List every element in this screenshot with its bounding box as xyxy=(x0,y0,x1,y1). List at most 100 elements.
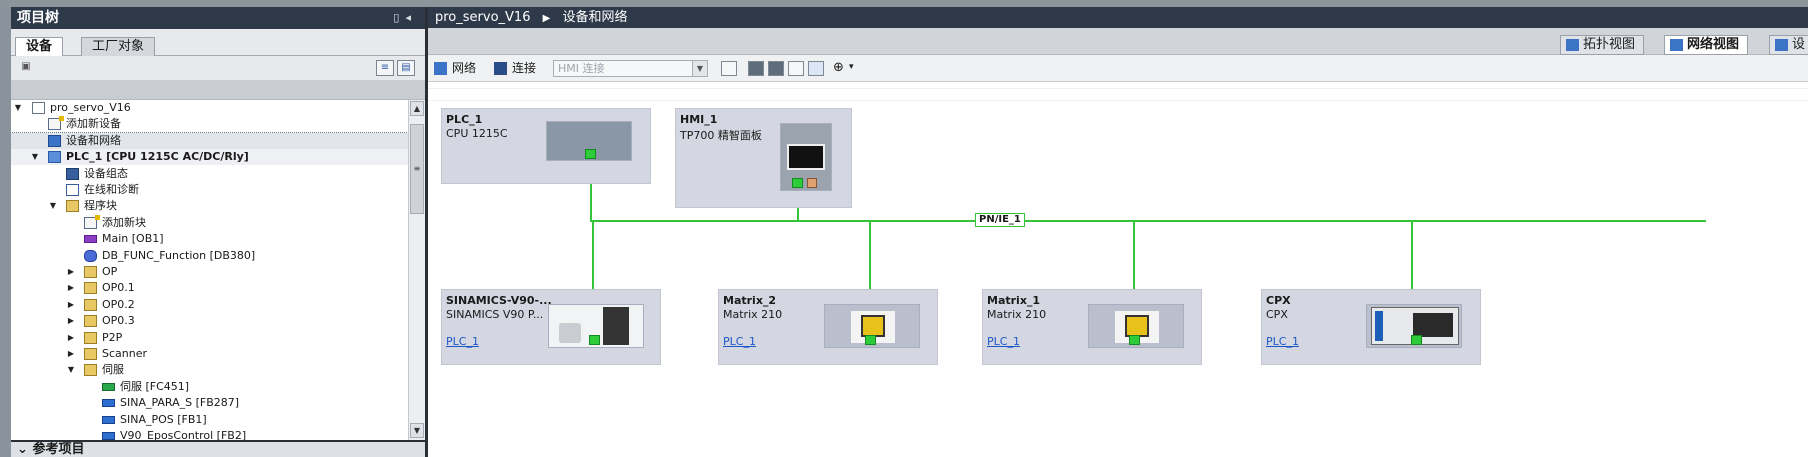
device-link[interactable]: PLC_1 xyxy=(1266,335,1299,348)
device-type: CPX xyxy=(1266,308,1288,321)
zoom-dropdown-icon[interactable]: ▾ xyxy=(849,61,865,76)
ethernet-port-icon[interactable] xyxy=(589,335,600,345)
device-name: PLC_1 xyxy=(446,113,483,126)
tab-label: 拓扑视图 xyxy=(1583,37,1636,52)
connection-button[interactable]: 连接 xyxy=(492,60,536,77)
tree-item-scanner[interactable]: ▶ Scanner xyxy=(11,346,408,362)
vertical-side-strip[interactable] xyxy=(0,7,11,457)
tree-item-op03[interactable]: ▶ OP0.3 xyxy=(11,313,408,329)
tab-devices[interactable]: 设备 xyxy=(15,37,64,57)
tree-scrollbar[interactable]: ▲ ≡ ▼ xyxy=(408,100,425,440)
expand-arrow-icon[interactable]: ▼ xyxy=(30,149,40,165)
collapse-icon[interactable]: ◂ xyxy=(405,11,417,24)
grid-icon[interactable] xyxy=(788,61,804,76)
ob-block-icon xyxy=(84,235,97,243)
collapse-arrow-icon[interactable]: ▶ xyxy=(66,280,76,296)
collapse-arrow-icon[interactable]: ▶ xyxy=(66,330,76,346)
tree-item-servo-folder[interactable]: ▼ 伺服 xyxy=(11,362,408,378)
tree-item-device-config[interactable]: 设备组态 xyxy=(11,166,408,182)
tab-plant-objects[interactable]: 工厂对象 xyxy=(81,37,156,56)
tree-item-op02[interactable]: ▶ OP0.2 xyxy=(11,297,408,313)
collapse-arrow-icon[interactable]: ▶ xyxy=(66,346,76,362)
reference-projects-section[interactable]: ⌄ 参考项目 xyxy=(11,440,425,457)
address-icon[interactable] xyxy=(748,61,764,76)
network-editor: pro_servo_V16 ▶ 设备和网络 拓扑视图 网络视图 设 网络 连接 … xyxy=(428,7,1808,457)
device-link[interactable]: PLC_1 xyxy=(446,335,479,348)
collapse-arrow-icon[interactable]: ▶ xyxy=(66,264,76,280)
zoom-icon[interactable]: ⊕ xyxy=(833,61,849,76)
tree-item-p2p[interactable]: ▶ P2P xyxy=(11,330,408,346)
tree-item-sina-para-s[interactable]: SINA_PARA_S [FB287] xyxy=(11,395,408,411)
device-matrix1[interactable]: Matrix_1 Matrix 210 PLC_1 xyxy=(982,289,1202,365)
chevron-down-icon[interactable]: ▼ xyxy=(692,61,707,76)
device-matrix2[interactable]: Matrix_2 Matrix 210 PLC_1 xyxy=(718,289,938,365)
list-view-icon[interactable]: ≡ xyxy=(376,60,394,76)
device-name: SINAMICS-V90-... xyxy=(446,294,552,307)
fb-block-icon xyxy=(102,432,115,440)
tree-item-db-func[interactable]: DB_FUNC_Function [DB380] xyxy=(11,248,408,264)
device-name: Matrix_2 xyxy=(723,294,777,307)
tree-item-devices-networks[interactable]: 设备和网络 xyxy=(11,132,408,150)
tree-item-sina-pos[interactable]: SINA_POS [FB1] xyxy=(11,412,408,428)
expand-arrow-icon[interactable]: ▼ xyxy=(13,100,23,116)
tree-item-plc[interactable]: ▼ PLC_1 [CPU 1215C AC/DC/Rly] xyxy=(11,149,408,165)
online-diagnostics-icon xyxy=(66,184,79,196)
project-tree-title: 项目树 ▯◂ xyxy=(11,7,425,29)
overview-icon[interactable]: ▤ xyxy=(397,60,415,76)
tree-item-servo-fc451[interactable]: 伺服 [FC451] xyxy=(11,379,408,395)
device-plc1[interactable]: PLC_1 CPU 1215C xyxy=(441,108,651,184)
device-view-icon[interactable]: ▣ xyxy=(17,60,35,76)
network-button[interactable]: 网络 xyxy=(432,60,476,77)
tree-item-op01[interactable]: ▶ OP0.1 xyxy=(11,280,408,296)
expand-arrow-icon[interactable]: ▼ xyxy=(48,198,58,214)
pin-icon[interactable]: ▯ xyxy=(393,11,405,24)
breadcrumb-project[interactable]: pro_servo_V16 xyxy=(435,10,530,25)
tree-item-add-device[interactable]: 添加新设备 xyxy=(11,116,408,132)
ethernet-port-icon[interactable] xyxy=(792,178,803,188)
tree-item-label: Main [OB1] xyxy=(102,232,164,245)
scroll-up-icon[interactable]: ▲ xyxy=(410,101,424,116)
network-icon xyxy=(48,135,61,147)
device-type: SINAMICS V90 P... xyxy=(446,308,544,321)
ethernet-port-icon[interactable] xyxy=(865,335,876,345)
fb-block-icon xyxy=(102,416,115,424)
ethernet-port-icon[interactable] xyxy=(1129,335,1140,345)
tree-item-op[interactable]: ▶ OP xyxy=(11,264,408,280)
tree-item-v90-epos[interactable]: V90_EposControl [FB2] xyxy=(11,428,408,440)
folder-icon xyxy=(84,364,97,376)
tab-network-view[interactable]: 网络视图 xyxy=(1664,35,1749,55)
device-type: Matrix 210 xyxy=(723,308,783,321)
connection-type-select[interactable]: HMI 连接 ▼ xyxy=(553,60,708,77)
project-tree-tabs: 设备 工厂对象 xyxy=(11,29,425,57)
ethernet-port-icon[interactable] xyxy=(1411,335,1422,345)
network-bus-line[interactable] xyxy=(590,220,1706,222)
tab-topology-view[interactable]: 拓扑视图 xyxy=(1560,35,1645,55)
tree-item-project[interactable]: ▼ pro_servo_V16 xyxy=(11,100,408,116)
network-label[interactable]: PN/IE_1 xyxy=(975,213,1025,227)
relations-icon[interactable] xyxy=(721,61,737,76)
chevron-down-icon[interactable]: ⌄ xyxy=(17,442,28,457)
serial-port-icon[interactable] xyxy=(807,178,817,188)
tree-item-online-diag[interactable]: 在线和诊断 xyxy=(11,182,408,198)
tree-item-label: PLC_1 [CPU 1215C AC/DC/Rly] xyxy=(66,150,249,163)
tree-item-label: SINA_PARA_S [FB287] xyxy=(120,396,240,409)
expand-arrow-icon[interactable]: ▼ xyxy=(66,362,76,378)
device-sinamics-v90[interactable]: SINAMICS-V90-... SINAMICS V90 P... PLC_1 xyxy=(441,289,661,365)
device-link[interactable]: PLC_1 xyxy=(723,335,756,348)
tree-item-add-block[interactable]: 添加新块 xyxy=(11,215,408,231)
device-cpx[interactable]: CPX CPX PLC_1 xyxy=(1261,289,1481,365)
network-canvas[interactable]: PN/IE_1 PLC_1 CPU 1215C HMI_1 TP700 精智面板… xyxy=(428,83,1808,457)
tree-item-label: 添加新块 xyxy=(102,216,146,229)
table-icon[interactable] xyxy=(768,61,784,76)
layout-icon[interactable] xyxy=(808,61,824,76)
scroll-down-icon[interactable]: ▼ xyxy=(410,423,424,438)
collapse-arrow-icon[interactable]: ▶ xyxy=(66,297,76,313)
device-hmi1[interactable]: HMI_1 TP700 精智面板 xyxy=(675,108,852,208)
collapse-arrow-icon[interactable]: ▶ xyxy=(66,313,76,329)
scroll-thumb[interactable]: ≡ xyxy=(410,124,424,214)
tree-item-main-ob1[interactable]: Main [OB1] xyxy=(11,231,408,247)
tab-device-view[interactable]: 设 xyxy=(1769,35,1808,55)
ethernet-port-icon[interactable] xyxy=(585,149,596,159)
device-link[interactable]: PLC_1 xyxy=(987,335,1020,348)
tree-item-program-blocks[interactable]: ▼ 程序块 xyxy=(11,198,408,214)
